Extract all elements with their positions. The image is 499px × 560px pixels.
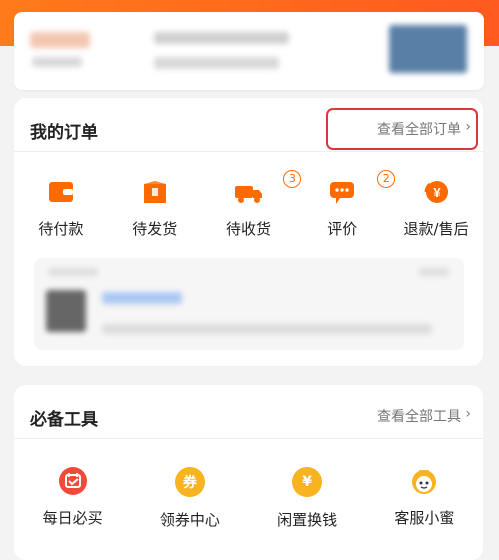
tool-item-daily[interactable]: 每日必买: [25, 467, 120, 530]
orders-card: 我的订单 查看全部订单 › 待付款 待发货 3 待收货 2 评价 ¥ 退款/售后: [14, 98, 483, 366]
order-item-label: 退款/售后: [403, 220, 469, 238]
blurred-preview-text: [102, 324, 432, 334]
orders-title: 我的订单: [30, 123, 98, 143]
order-item-pending-payment[interactable]: 待付款: [14, 178, 108, 239]
wallet-icon: [48, 182, 73, 202]
tool-item-label: 客服小蜜: [394, 509, 455, 527]
see-all-tools-link[interactable]: 查看全部工具: [377, 406, 461, 426]
blurred-stats: [154, 57, 279, 69]
coupon-icon: 券: [174, 467, 205, 497]
blurred-profile-text: [32, 57, 82, 67]
blurred-preview-text: [48, 268, 98, 276]
tool-item-label: 领券中心: [159, 511, 220, 529]
order-preview-card[interactable]: [34, 258, 464, 350]
tool-item-coupon[interactable]: 券 领券中心: [142, 467, 237, 530]
calendar-icon: [58, 467, 87, 495]
blurred-stats: [154, 32, 289, 44]
tool-item-label: 每日必买: [42, 509, 103, 527]
svg-text:¥: ¥: [433, 185, 441, 200]
order-item-refund[interactable]: ¥ 退款/售后: [389, 178, 483, 239]
order-item-review[interactable]: 2 评价: [295, 170, 396, 239]
blurred-profile-name: [30, 32, 90, 48]
chevron-right-icon[interactable]: ›: [465, 406, 471, 422]
highlight-box: [326, 108, 478, 150]
bee-icon: [412, 469, 437, 494]
blurred-status-text: [102, 292, 182, 304]
order-item-to-ship[interactable]: 待发货: [108, 178, 202, 239]
order-item-label: 待发货: [132, 220, 178, 238]
blurred-preview-text: [419, 268, 449, 276]
divider: [14, 151, 483, 152]
package-icon: [143, 181, 166, 203]
tools-title: 必备工具: [30, 410, 98, 430]
tools-row: 每日必买 券 领券中心 ¥ 闲置换钱 客服小蜜: [14, 467, 483, 530]
order-item-to-receive[interactable]: 3 待收货: [202, 170, 302, 239]
tool-item-customer-service[interactable]: 客服小蜜: [377, 467, 472, 530]
truck-icon: [235, 186, 263, 203]
tools-card: 必备工具 查看全部工具 › 每日必买 券 领券中心 ¥ 闲置换钱 客服小蜜: [14, 385, 483, 560]
coupon-icon-glyph: 券: [182, 475, 197, 491]
blurred-image: [389, 25, 467, 73]
order-item-label: 评价: [327, 220, 358, 238]
blurred-product-thumbnail: [46, 290, 86, 332]
order-status-row: 待付款 待发货 3 待收货 2 评价 ¥ 退款/售后: [14, 170, 483, 239]
divider: [14, 438, 483, 439]
order-item-label: 待付款: [38, 220, 84, 238]
profile-card[interactable]: [14, 12, 484, 90]
tool-item-idle-cash[interactable]: ¥ 闲置换钱: [260, 467, 355, 530]
tool-item-label: 闲置换钱: [277, 511, 338, 529]
order-item-label: 待收货: [225, 220, 271, 238]
yen-icon: ¥: [292, 467, 323, 497]
yen-icon-glyph: ¥: [302, 474, 312, 490]
comment-icon: [330, 182, 355, 204]
refund-icon: ¥: [424, 181, 449, 203]
